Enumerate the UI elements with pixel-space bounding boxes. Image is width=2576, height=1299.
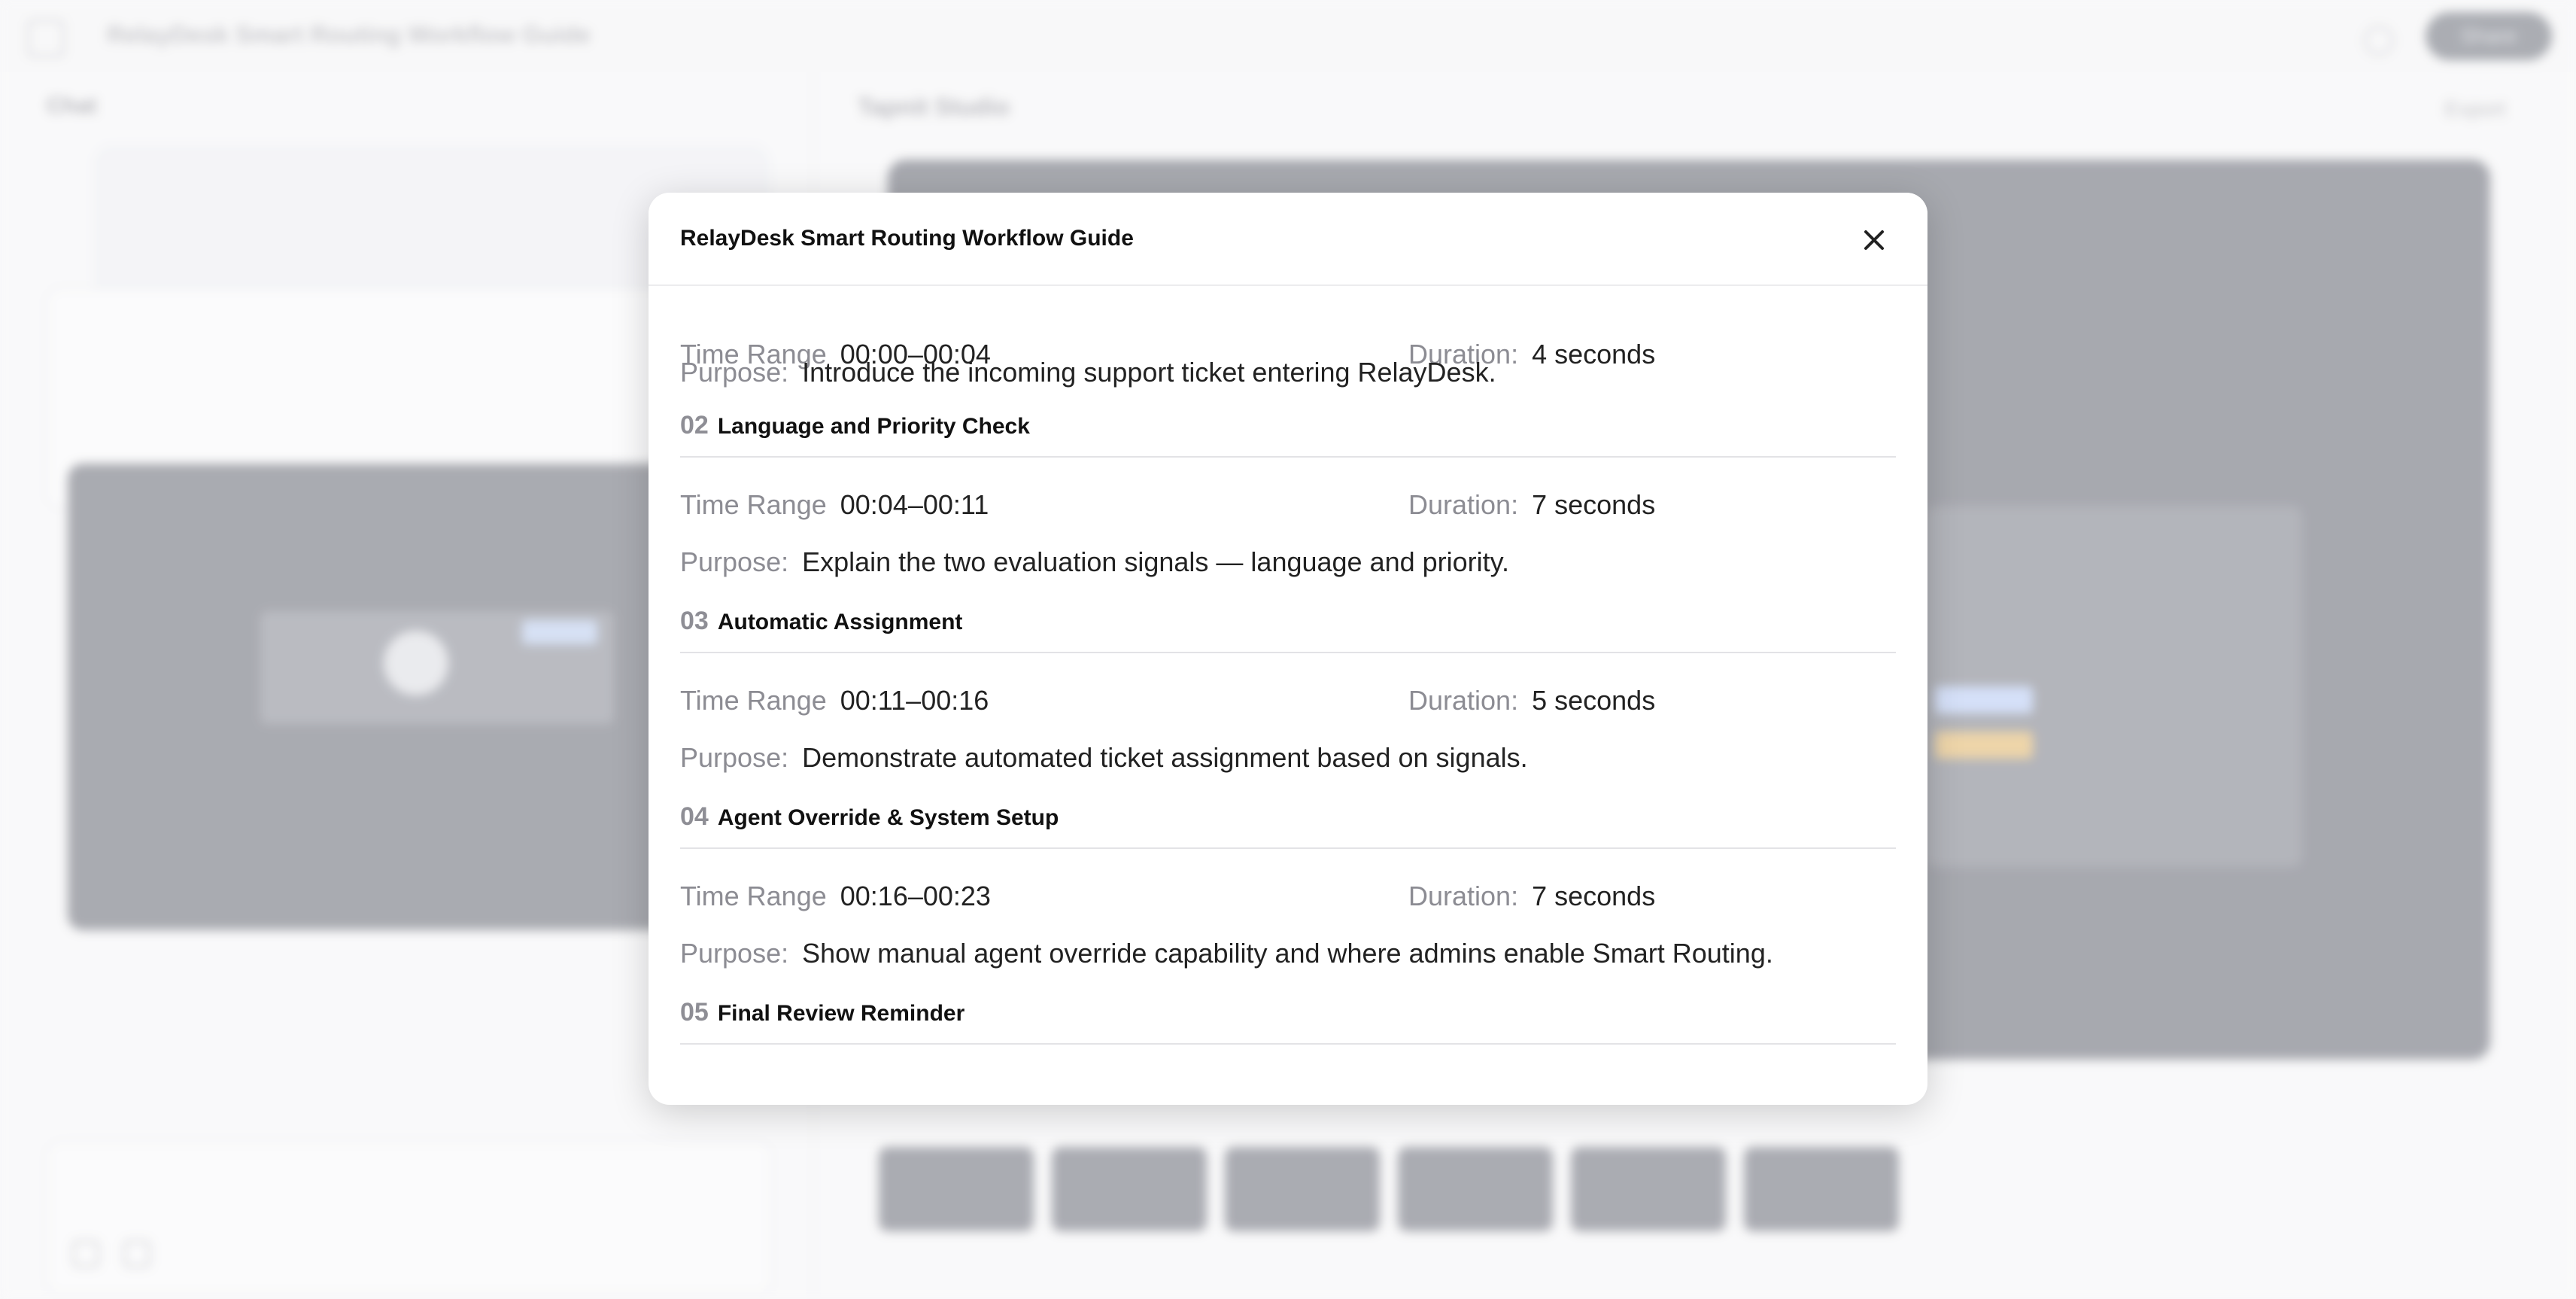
purpose-value: Demonstrate automated ticket assignment … bbox=[802, 742, 1528, 773]
purpose-value: Explain the two evaluation signals — lan… bbox=[802, 546, 1509, 577]
purpose-value: Introduce the incoming support ticket en… bbox=[802, 357, 1496, 388]
section-title: Language and Priority Check bbox=[717, 414, 1030, 439]
purpose-row: Purpose: Explain the two evaluation signa… bbox=[680, 546, 1896, 578]
modal-title: RelayDesk Smart Routing Workflow Guide bbox=[680, 226, 1134, 251]
time-row: Time Range 00:16–00:23 Duration: 7 seconds bbox=[680, 881, 1896, 912]
duration-value: 5 seconds bbox=[1532, 685, 1656, 716]
section-header: 04 Agent Override & System Setup bbox=[680, 802, 1896, 849]
section-title: Agent Override & System Setup bbox=[717, 805, 1059, 830]
purpose-label: Purpose: bbox=[680, 357, 789, 388]
section-number: 03 bbox=[680, 607, 709, 635]
modal-header: RelayDesk Smart Routing Workflow Guide bbox=[649, 193, 1927, 286]
duration-value: 7 seconds bbox=[1532, 489, 1656, 520]
purpose-label: Purpose: bbox=[680, 938, 789, 969]
time-range-label: Time Range bbox=[680, 685, 827, 716]
purpose-value: Show manual agent override capability an… bbox=[802, 938, 1773, 969]
purpose-label: Purpose: bbox=[680, 742, 789, 773]
section-number: 04 bbox=[680, 802, 709, 831]
section-number: 05 bbox=[680, 998, 709, 1027]
time-row: Time Range 00:04–00:11 Duration: 7 seconds bbox=[680, 489, 1896, 521]
section-title: Automatic Assignment bbox=[717, 610, 963, 634]
duration-label: Duration: bbox=[1408, 685, 1519, 716]
modal-scroll-body[interactable]: Time Range 00:00–00:04 Duration: 4 seconds… bbox=[680, 286, 1896, 1105]
purpose-row: Purpose: Introduce the incoming support t… bbox=[680, 357, 1896, 388]
section-header: 03 Automatic Assignment bbox=[680, 607, 1896, 653]
time-range-label: Time Range bbox=[680, 489, 827, 520]
section-header: 05 Final Review Reminder bbox=[680, 998, 1896, 1045]
section-header: 02 Language and Priority Check bbox=[680, 411, 1896, 458]
duration-label: Duration: bbox=[1408, 881, 1519, 911]
time-range-value: 00:11–00:16 bbox=[840, 685, 989, 716]
time-range-value: 00:16–00:23 bbox=[840, 881, 991, 911]
time-range-label: Time Range bbox=[680, 881, 827, 911]
section-number: 02 bbox=[680, 411, 709, 440]
purpose-label: Purpose: bbox=[680, 546, 789, 577]
purpose-row: Purpose: Show manual agent override capab… bbox=[680, 938, 1896, 969]
purpose-row: Purpose: Demonstrate automated ticket ass… bbox=[680, 742, 1896, 774]
duration-value: 7 seconds bbox=[1532, 881, 1656, 911]
storyboard-modal: RelayDesk Smart Routing Workflow Guide T… bbox=[649, 193, 1927, 1105]
time-range-value: 00:04–00:11 bbox=[840, 489, 989, 520]
duration-label: Duration: bbox=[1408, 489, 1519, 520]
section-title: Final Review Reminder bbox=[717, 1001, 965, 1026]
time-row: Time Range 00:11–00:16 Duration: 5 seconds bbox=[680, 685, 1896, 716]
close-icon[interactable] bbox=[1855, 221, 1893, 259]
